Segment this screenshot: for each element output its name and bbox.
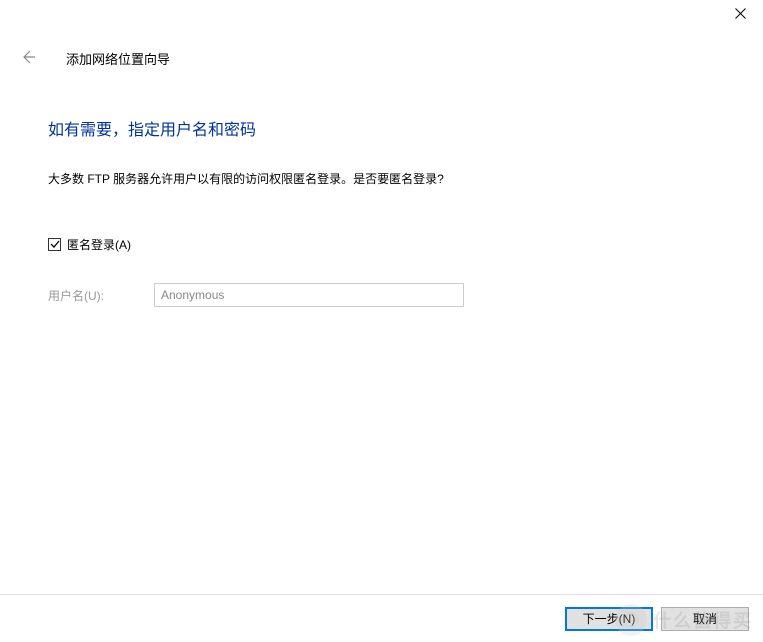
next-button[interactable]: 下一步(N) bbox=[565, 607, 653, 631]
username-input[interactable] bbox=[154, 283, 464, 307]
button-bar: 下一步(N) 取消 bbox=[0, 594, 763, 642]
close-button[interactable] bbox=[718, 0, 763, 30]
username-row: 用户名(U): bbox=[48, 283, 715, 307]
anonymous-login-row: 匿名登录(A) bbox=[48, 236, 715, 253]
anonymous-checkbox[interactable] bbox=[48, 238, 61, 251]
username-label: 用户名(U): bbox=[48, 287, 118, 304]
page-description: 大多数 FTP 服务器允许用户以有限的访问权限匿名登录。是否要匿名登录? bbox=[48, 170, 715, 188]
checkmark-icon bbox=[50, 238, 60, 252]
wizard-header: 添加网络位置向导 bbox=[0, 30, 763, 68]
anonymous-checkbox-label: 匿名登录(A) bbox=[67, 236, 131, 253]
wizard-content: 如有需要，指定用户名和密码 大多数 FTP 服务器允许用户以有限的访问权限匿名登… bbox=[0, 68, 763, 307]
close-icon bbox=[735, 8, 746, 22]
cancel-button[interactable]: 取消 bbox=[661, 607, 749, 631]
wizard-title: 添加网络位置向导 bbox=[66, 49, 170, 68]
titlebar bbox=[0, 0, 763, 30]
back-arrow-icon bbox=[20, 49, 36, 68]
back-button[interactable] bbox=[18, 48, 38, 68]
page-heading: 如有需要，指定用户名和密码 bbox=[48, 116, 715, 140]
